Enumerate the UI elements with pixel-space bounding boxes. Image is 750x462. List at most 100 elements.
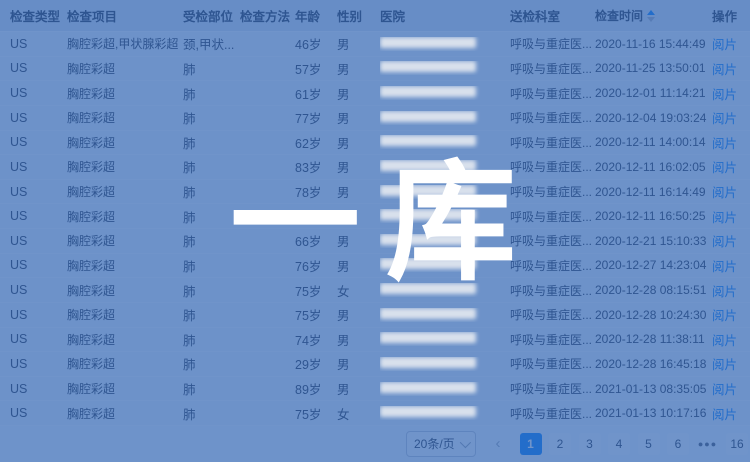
cell-type: US (10, 37, 67, 51)
cell-time: 2020-12-28 10:24:30 (595, 308, 712, 322)
view-film-link[interactable]: 阅片 (712, 112, 737, 126)
redacted-hospital-bar (380, 332, 476, 343)
table-header: 检查类型检查项目受检部位检查方法年龄性别医院送检科室检查时间操作 (0, 0, 750, 32)
view-film-link[interactable]: 阅片 (712, 38, 737, 52)
page-ellipsis[interactable]: ●●● (697, 433, 719, 455)
page-button-16[interactable]: 16 (726, 433, 748, 455)
redacted-hospital-bar (380, 160, 476, 171)
cell-part: 肺 (183, 207, 240, 226)
cell-hospital (380, 185, 510, 199)
cell-dept: 呼吸与重症医... (510, 380, 595, 397)
cell-dept: 呼吸与重症医... (510, 331, 595, 348)
cell-item: 胸腔彩超 (67, 183, 183, 200)
redacted-hospital-bar (380, 86, 476, 97)
cell-type: US (10, 209, 67, 223)
cell-item: 胸腔彩超 (67, 355, 183, 372)
cell-gender: 男 (337, 108, 380, 127)
cell-hospital (380, 61, 510, 75)
column-label: 操作 (712, 10, 737, 24)
cell-part: 肺 (183, 330, 240, 349)
table-body: US胸腔彩超,甲状腺彩超颈,甲状...46岁男呼吸与重症医...2020-11-… (0, 32, 750, 426)
column-header-dept: 送检科室 (510, 6, 595, 25)
column-header-part: 受检部位 (183, 6, 240, 25)
cell-time: 2020-12-11 14:00:14 (595, 135, 712, 149)
view-film-link[interactable]: 阅片 (712, 383, 737, 397)
view-film-link[interactable]: 阅片 (712, 408, 737, 422)
cell-gender: 男 (337, 133, 380, 152)
cell-action: 阅片 (712, 133, 750, 152)
cell-dept: 呼吸与重症医... (510, 35, 595, 52)
column-header-gender: 性别 (337, 6, 380, 25)
column-label: 性别 (337, 10, 362, 24)
cell-part: 肺 (183, 182, 240, 201)
cell-dept: 呼吸与重症医... (510, 134, 595, 151)
cell-hospital (380, 382, 510, 396)
cell-part: 肺 (183, 157, 240, 176)
sort-caret-icon[interactable] (647, 10, 655, 22)
page-button-4[interactable]: 4 (608, 433, 630, 455)
cell-part: 肺 (183, 59, 240, 78)
cell-dept: 呼吸与重症医... (510, 109, 595, 126)
cell-item: 胸腔彩超 (67, 208, 183, 225)
redacted-hospital-bar (380, 234, 476, 245)
cell-item: 胸腔彩超 (67, 306, 183, 323)
cell-gender: 男 (337, 354, 380, 373)
view-film-link[interactable]: 阅片 (712, 358, 737, 372)
cell-hospital (380, 258, 510, 272)
page-button-6[interactable]: 6 (667, 433, 689, 455)
column-label: 医院 (380, 10, 405, 24)
view-film-link[interactable]: 阅片 (712, 186, 737, 200)
cell-item: 胸腔彩超 (67, 257, 183, 274)
cell-age: 76岁 (295, 207, 337, 226)
table-row: US胸腔彩超肺62岁男呼吸与重症医...2020-12-11 14:00:14阅… (0, 131, 750, 156)
cell-type: US (10, 332, 67, 346)
cell-action: 阅片 (712, 84, 750, 103)
redacted-hospital-bar (380, 37, 476, 48)
view-film-link[interactable]: 阅片 (712, 285, 737, 299)
table-row: US胸腔彩超肺74岁男呼吸与重症医...2020-12-28 11:38:11阅… (0, 328, 750, 353)
cell-type: US (10, 406, 67, 420)
cell-action: 阅片 (712, 354, 750, 373)
cell-gender: 男 (337, 34, 380, 53)
view-film-link[interactable]: 阅片 (712, 334, 737, 348)
cell-part: 肺 (183, 354, 240, 373)
cell-action: 阅片 (712, 256, 750, 275)
page-button-2[interactable]: 2 (549, 433, 571, 455)
cell-type: US (10, 234, 67, 248)
page-button-1[interactable]: 1 (520, 433, 542, 455)
view-film-link[interactable]: 阅片 (712, 137, 737, 151)
view-film-link[interactable]: 阅片 (712, 309, 737, 323)
page-list: 123456 ●●● 16 (512, 433, 748, 455)
view-film-link[interactable]: 阅片 (712, 161, 737, 175)
cell-item: 胸腔彩超 (67, 109, 183, 126)
cell-part: 肺 (183, 108, 240, 127)
page-button-5[interactable]: 5 (638, 433, 660, 455)
table-row: US胸腔彩超肺75岁女呼吸与重症医...2020-12-28 08:15:51阅… (0, 278, 750, 303)
view-film-link[interactable]: 阅片 (712, 63, 737, 77)
cell-gender: 男 (337, 231, 380, 250)
cell-gender: 男 (337, 84, 380, 103)
cell-gender: 女 (337, 281, 380, 300)
view-film-link[interactable]: 阅片 (712, 211, 737, 225)
column-header-item: 检查项目 (67, 6, 183, 25)
view-film-link[interactable]: 阅片 (712, 260, 737, 274)
table-row: US胸腔彩超肺76岁女呼吸与重症医...2020-12-11 16:50:25阅… (0, 204, 750, 229)
page-button-3[interactable]: 3 (579, 433, 601, 455)
column-header-time[interactable]: 检查时间 (595, 7, 712, 24)
view-film-link[interactable]: 阅片 (712, 235, 737, 249)
view-film-link[interactable]: 阅片 (712, 88, 737, 102)
table-row: US胸腔彩超肺75岁女呼吸与重症医...2021-01-13 10:17:16阅… (0, 401, 750, 425)
cell-type: US (10, 357, 67, 371)
cell-gender: 男 (337, 182, 380, 201)
page-size-value: 20条/页 (414, 435, 455, 452)
cell-type: US (10, 382, 67, 396)
prev-page-button[interactable]: ‹ (490, 433, 506, 455)
page-size-select[interactable]: 20条/页 (406, 431, 476, 457)
cell-hospital (380, 234, 510, 248)
cell-time: 2021-01-13 08:35:05 (595, 382, 712, 396)
cell-age: 61岁 (295, 84, 337, 103)
cell-hospital (380, 209, 510, 223)
column-label: 检查类型 (10, 10, 60, 24)
cell-age: 76岁 (295, 256, 337, 275)
cell-item: 胸腔彩超 (67, 405, 183, 422)
